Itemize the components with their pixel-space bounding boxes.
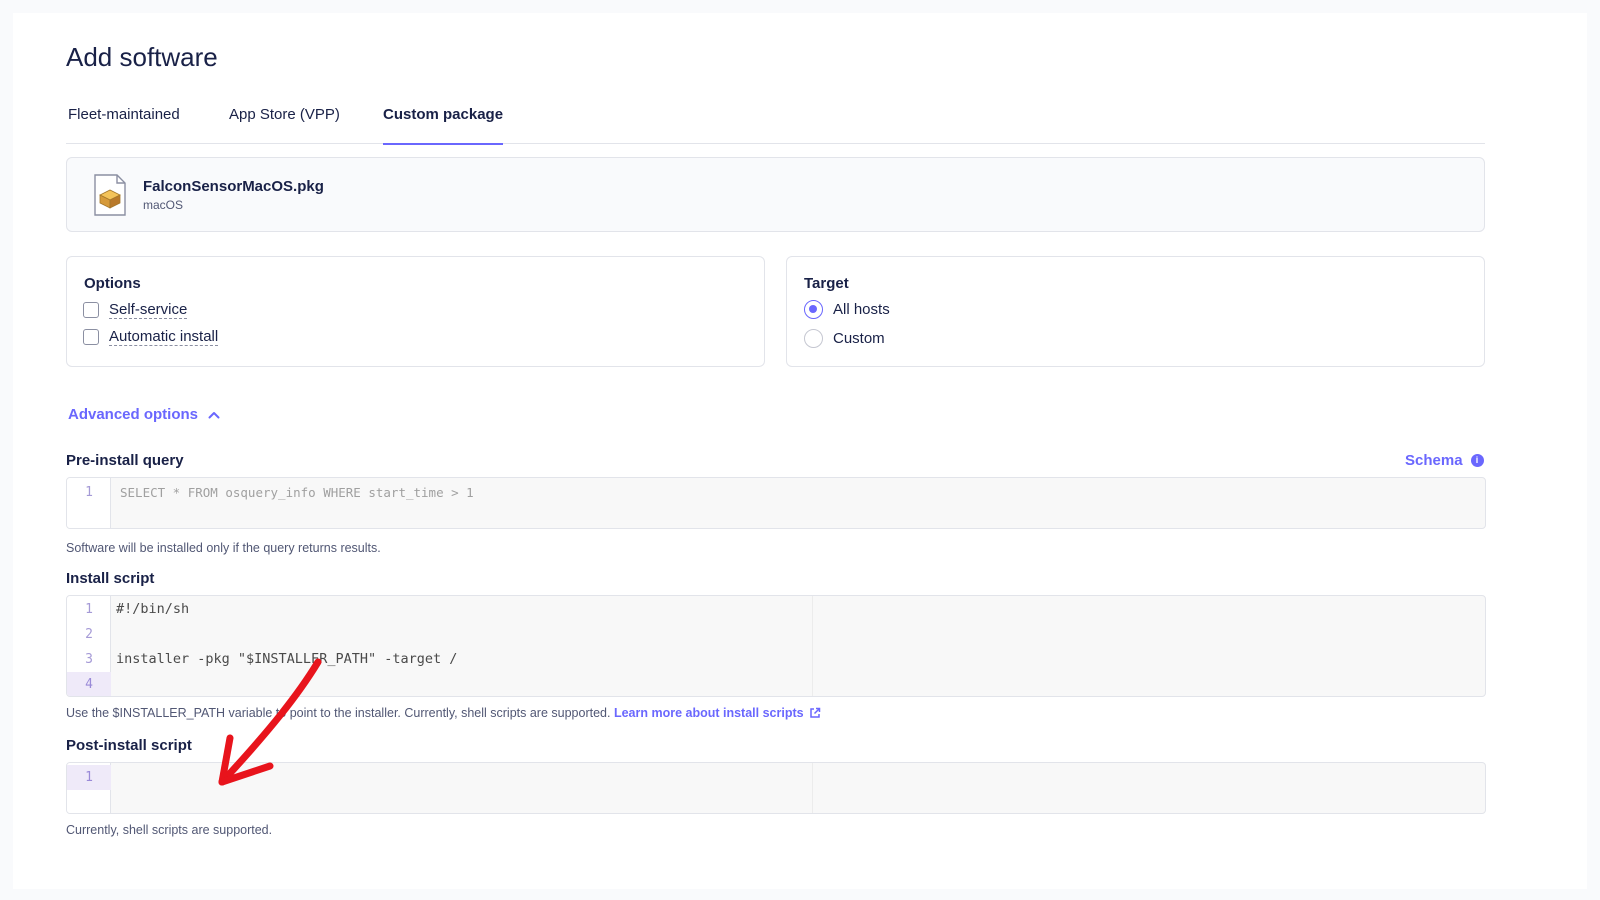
install-script-help-text: Use the $INSTALLER_PATH variable to poin… (66, 706, 611, 720)
line-number: 2 (85, 627, 93, 642)
schema-label: Schema (1405, 452, 1463, 469)
selected-package: FalconSensorMacOS.pkg macOS (66, 157, 1485, 232)
all-hosts-radio[interactable] (804, 300, 823, 319)
line-number: 1 (85, 485, 93, 500)
target-custom-option[interactable]: Custom (804, 329, 885, 348)
line-number: 1 (85, 602, 93, 617)
advanced-options-toggle[interactable]: Advanced options (68, 406, 220, 423)
custom-radio[interactable] (804, 329, 823, 348)
pre-install-query-label: Pre-install query (66, 452, 184, 469)
custom-label: Custom (833, 330, 885, 347)
tab-fleet-maintained[interactable]: Fleet-maintained (68, 106, 180, 144)
self-service-option[interactable]: Self-service (83, 301, 188, 319)
chevron-up-icon (208, 411, 220, 418)
tab-app-store-vpp[interactable]: App Store (VPP) (229, 106, 340, 144)
editor-gutter: 1 (67, 763, 111, 813)
install-script-editor[interactable]: 1 2 3 4 #!/bin/sh installer -pkg "$INSTA… (66, 595, 1486, 697)
tab-bar: Fleet-maintained App Store (VPP) Custom … (66, 106, 1485, 145)
install-script-label: Install script (66, 570, 155, 587)
target-all-hosts-option[interactable]: All hosts (804, 300, 890, 319)
line-number-active: 4 (67, 672, 111, 696)
package-file-icon (94, 174, 126, 216)
line-number: 3 (85, 652, 93, 667)
self-service-checkbox[interactable] (83, 302, 99, 318)
learn-more-link-label: Learn more about install scripts (613, 706, 804, 720)
external-link-icon (809, 707, 820, 718)
line-number-active: 1 (67, 765, 111, 790)
editor-gutter: 1 2 3 4 (67, 596, 111, 696)
target-title: Target (804, 275, 849, 292)
target-panel: Target All hosts Custom (786, 256, 1485, 367)
install-script-help: Use the $INSTALLER_PATH variable to poin… (66, 706, 821, 720)
code-line: installer -pkg "$INSTALLER_PATH" -target… (116, 651, 458, 667)
print-margin (812, 763, 813, 813)
query-placeholder: SELECT * FROM osquery_info WHERE start_t… (120, 485, 474, 500)
editor-gutter: 1 (67, 478, 111, 528)
package-platform: macOS (143, 198, 184, 212)
advanced-options-label: Advanced options (68, 406, 199, 423)
package-file-name: FalconSensorMacOS.pkg (143, 178, 324, 195)
info-icon: i (1470, 454, 1484, 467)
automatic-install-checkbox[interactable] (83, 329, 99, 345)
add-software-card (13, 13, 1587, 889)
pre-install-query-editor[interactable]: 1 SELECT * FROM osquery_info WHERE start… (66, 477, 1486, 529)
schema-link[interactable]: Schema i (1405, 452, 1484, 469)
page-title: Add software (66, 42, 218, 72)
print-margin (812, 596, 813, 696)
pre-install-help-text: Software will be installed only if the q… (66, 541, 381, 555)
post-install-script-editor[interactable]: 1 (66, 762, 1486, 814)
learn-more-install-scripts-link[interactable]: Learn more about install scripts (614, 706, 821, 720)
automatic-install-option[interactable]: Automatic install (83, 328, 219, 346)
post-install-script-label: Post-install script (66, 737, 192, 754)
code-line: #!/bin/sh (116, 601, 190, 617)
options-panel: Options Self-service Automatic install (66, 256, 765, 367)
automatic-install-label: Automatic install (109, 328, 219, 346)
options-title: Options (84, 275, 141, 292)
post-install-help-text: Currently, shell scripts are supported. (66, 823, 273, 837)
tab-custom-package[interactable]: Custom package (383, 106, 503, 145)
self-service-label: Self-service (109, 301, 188, 319)
all-hosts-label: All hosts (833, 301, 890, 318)
